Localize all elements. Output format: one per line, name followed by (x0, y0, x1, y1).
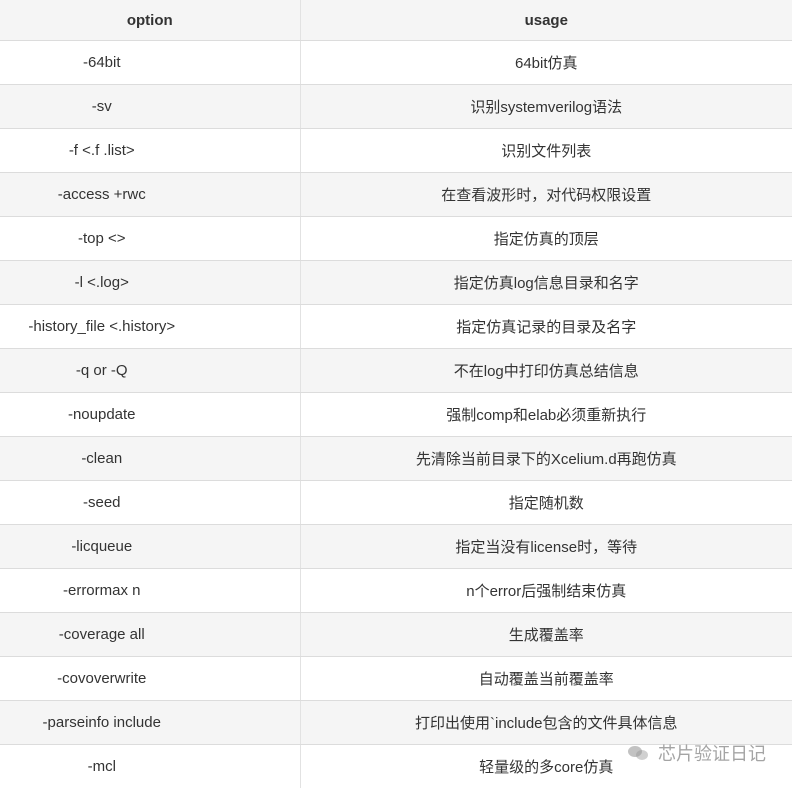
option-cell: -l <.log> (0, 260, 301, 305)
usage-text: 生成覆盖率 (508, 627, 584, 644)
options-table: option usage -64bit 64bit仿真 -sv 识别systemver… (0, 0, 792, 788)
usage-cell: 不在log中打印仿真总结信息 (300, 348, 792, 393)
option-cell: -sv (0, 84, 301, 129)
usage-text: 识别文件列表 (501, 143, 592, 160)
table-row: -seed 指定随机数 (0, 480, 792, 525)
usage-text: 先清除当前目录下的Xcelium.d再跑仿真 (415, 451, 677, 468)
option-cell: -seed (0, 480, 301, 525)
option-text: -sv (91, 98, 112, 115)
usage-column-header: usage (300, 0, 792, 41)
table-row: -q or -Q 不在log中打印仿真总结信息 (0, 348, 792, 393)
option-text: -q or -Q (75, 362, 128, 379)
table-row: -mcl 轻量级的多core仿真 (0, 744, 792, 788)
usage-text: 不在log中打印仿真总结信息 (453, 363, 639, 380)
option-text: -coverage all (58, 626, 145, 643)
option-text: -seed (82, 494, 121, 511)
option-cell: -parseinfo include (0, 700, 301, 745)
usage-text: 轻量级的多core仿真 (479, 759, 614, 776)
table-row: -covoverwrite 自动覆盖当前覆盖率 (0, 656, 792, 701)
usage-cell: 指定随机数 (300, 480, 792, 525)
usage-cell: 指定仿真记录的目录及名字 (300, 304, 792, 349)
table-row: -history_file <.history> 指定仿真记录的目录及名字 (0, 304, 792, 349)
option-text: -top <> (77, 230, 126, 247)
option-cell: -64bit (0, 40, 301, 85)
table-row: -coverage all 生成覆盖率 (0, 612, 792, 657)
usage-cell: 生成覆盖率 (300, 612, 792, 657)
option-text: -f <.f .list> (68, 142, 135, 159)
table-row: -licqueue 指定当没有license时，等待 (0, 524, 792, 569)
usage-text: 指定仿真记录的目录及名字 (456, 319, 637, 336)
usage-cell: 指定仿真的顶层 (300, 216, 792, 261)
usage-cell: 指定仿真log信息目录和名字 (300, 260, 792, 305)
usage-text: 指定仿真的顶层 (493, 231, 599, 248)
option-text: -parseinfo include (42, 714, 161, 731)
option-text: -covoverwrite (57, 670, 147, 687)
usage-cell: 64bit仿真 (300, 40, 792, 85)
usage-cell: 在查看波形时，对代码权限设置 (300, 172, 792, 217)
table-row: -sv 识别systemverilog语法 (0, 84, 792, 129)
table-row: -access +rwc 在查看波形时，对代码权限设置 (0, 172, 792, 217)
option-column-header: option (0, 0, 301, 41)
usage-text: 指定当没有license时，等待 (455, 539, 638, 556)
usage-cell: 轻量级的多core仿真 (300, 744, 792, 788)
option-text: -access +rwc (57, 186, 146, 203)
usage-cell: 自动覆盖当前覆盖率 (300, 656, 792, 701)
usage-cell: 识别文件列表 (300, 128, 792, 173)
usage-text: 指定仿真log信息目录和名字 (453, 275, 639, 292)
option-text: -licqueue (71, 538, 133, 555)
option-cell: -coverage all (0, 612, 301, 657)
option-text: -errormax n (62, 582, 141, 599)
usage-text: 在查看波形时，对代码权限设置 (441, 187, 652, 204)
usage-cell: 指定当没有license时，等待 (300, 524, 792, 569)
table-row: -top <> 指定仿真的顶层 (0, 216, 792, 261)
usage-text: 识别systemverilog语法 (470, 99, 623, 116)
table-row: -errormax n n个error后强制结束仿真 (0, 568, 792, 613)
table-row: -parseinfo include 打印出使用`include包含的文件具体信息 (0, 700, 792, 745)
option-cell: -f <.f .list> (0, 128, 301, 173)
option-cell: -mcl (0, 744, 301, 788)
usage-cell: 识别systemverilog语法 (300, 84, 792, 129)
usage-text: 自动覆盖当前覆盖率 (478, 671, 614, 688)
option-cell: -errormax n (0, 568, 301, 613)
option-cell: -covoverwrite (0, 656, 301, 701)
option-text: -l <.log> (74, 274, 129, 291)
table-row: -64bit 64bit仿真 (0, 40, 792, 85)
usage-text: 强制comp和elab必须重新执行 (446, 407, 647, 424)
table-row: -l <.log> 指定仿真log信息目录和名字 (0, 260, 792, 305)
table-header-row: option usage (0, 0, 792, 41)
table-row: -f <.f .list> 识别文件列表 (0, 128, 792, 173)
option-text: -clean (81, 450, 123, 467)
table-row: -noupdate 强制comp和elab必须重新执行 (0, 392, 792, 437)
usage-cell: n个error后强制结束仿真 (300, 568, 792, 613)
usage-cell: 先清除当前目录下的Xcelium.d再跑仿真 (300, 436, 792, 481)
option-text: -mcl (87, 758, 116, 775)
option-cell: -licqueue (0, 524, 301, 569)
option-cell: -noupdate (0, 392, 301, 437)
option-cell: -history_file <.history> (0, 304, 301, 349)
usage-text: 64bit仿真 (514, 55, 578, 72)
usage-cell: 打印出使用`include包含的文件具体信息 (300, 700, 792, 745)
option-cell: -access +rwc (0, 172, 301, 217)
table-row: -clean 先清除当前目录下的Xcelium.d再跑仿真 (0, 436, 792, 481)
option-text: -noupdate (67, 406, 136, 423)
usage-text: n个error后强制结束仿真 (466, 583, 627, 600)
usage-cell: 强制comp和elab必须重新执行 (300, 392, 792, 437)
usage-text: 打印出使用`include包含的文件具体信息 (414, 715, 678, 732)
option-cell: -top <> (0, 216, 301, 261)
usage-text: 指定随机数 (508, 495, 584, 512)
option-cell: -clean (0, 436, 301, 481)
option-text: -64bit (82, 54, 121, 71)
option-cell: -q or -Q (0, 348, 301, 393)
option-text: -history_file <.history> (28, 318, 176, 335)
